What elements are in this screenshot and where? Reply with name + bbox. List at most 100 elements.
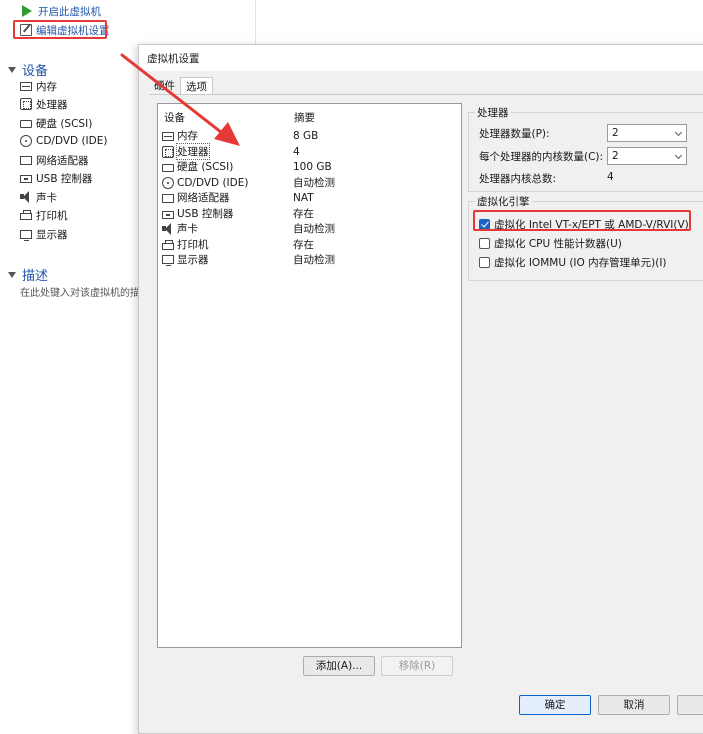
processor-count-label: 处理器数量(P): (479, 128, 550, 140)
device-row-network[interactable]: 网络适配器 NAT (162, 190, 459, 205)
device-summary: 存在 (293, 208, 314, 220)
usb-controller-icon (20, 175, 32, 183)
device-label: 显示器 (36, 228, 68, 241)
column-header-device[interactable]: 设备 (164, 110, 185, 125)
display-icon (20, 229, 32, 241)
device-label: 打印机 (36, 209, 68, 222)
processor-icon (162, 145, 174, 158)
collapse-icon (8, 66, 16, 73)
iommu-checkbox-row[interactable]: 虚拟化 IOMMU (IO 内存管理单元)(I) (479, 255, 667, 270)
tab-hardware[interactable]: 硬件 (149, 77, 180, 95)
bg-device-network[interactable]: 网络适配器 (20, 152, 89, 168)
cd-dvd-icon (162, 176, 174, 189)
bg-device-sound[interactable]: 声卡 (20, 189, 57, 205)
device-label: 处理器 (36, 98, 68, 111)
device-name: 网络适配器 (177, 192, 230, 204)
cpu-counters-checkbox-row[interactable]: 虚拟化 CPU 性能计数器(U) (479, 236, 622, 251)
description-hint[interactable]: 在此处键入对该虚拟机的描 (20, 284, 140, 299)
device-summary: 4 (293, 145, 300, 158)
power-on-label: 开启此虚拟机 (38, 5, 101, 18)
bg-device-processor[interactable]: 处理器 (20, 96, 68, 112)
device-row-printer[interactable]: 打印机 存在 (162, 237, 459, 252)
device-name: 内存 (177, 130, 198, 142)
network-adapter-icon (20, 156, 32, 165)
remove-device-button[interactable]: 移除(R) (381, 656, 453, 676)
chevron-down-icon (674, 151, 683, 160)
add-device-button[interactable]: 添加(A)... (303, 656, 375, 676)
device-row-cd-dvd[interactable]: CD/DVD (IDE) 自动检测 (162, 175, 459, 190)
memory-icon (162, 131, 174, 141)
edit-settings-highlight (13, 20, 107, 39)
devices-header: 设备 (22, 64, 49, 79)
device-label: 硬盘 (SCSI) (36, 117, 93, 130)
tab-bar: 硬件 选项 (149, 77, 213, 95)
bg-device-usb[interactable]: USB 控制器 (20, 170, 92, 186)
display-icon (162, 255, 174, 266)
device-summary: 100 GB (293, 160, 332, 173)
panel-divider (255, 0, 256, 45)
cores-per-processor-select[interactable]: 2 (607, 147, 687, 165)
device-row-display[interactable]: 显示器 自动检测 (162, 252, 459, 267)
device-name: 硬盘 (SCSI) (177, 161, 234, 173)
network-adapter-icon (162, 193, 174, 203)
bg-device-memory[interactable]: 内存 (20, 78, 57, 94)
bg-device-display[interactable]: 显示器 (20, 226, 68, 242)
dialog-titlebar[interactable]: 虚拟机设置 (139, 45, 703, 71)
processor-count-value: 2 (612, 127, 619, 139)
cpu-counters-checkbox[interactable] (479, 238, 490, 249)
devices-section-header[interactable]: 设备 (8, 60, 48, 79)
column-header-summary[interactable]: 摘要 (294, 110, 315, 125)
device-label: 内存 (36, 80, 57, 93)
bg-device-printer[interactable]: 打印机 (20, 207, 68, 223)
chevron-down-icon (674, 128, 683, 137)
vm-settings-dialog: 虚拟机设置 硬件 选项 设备 摘要 内存 8 GB 处理器 4 硬盘 (SCSI… (138, 44, 703, 734)
tab-divider (149, 94, 703, 95)
description-section-header[interactable]: 描述 (8, 265, 48, 284)
cd-dvd-icon (20, 135, 32, 147)
device-label: USB 控制器 (36, 172, 93, 185)
printer-icon (162, 239, 174, 250)
ok-button[interactable]: 确定 (519, 695, 591, 715)
hard-disk-icon (162, 163, 174, 172)
printer-icon (20, 210, 32, 220)
device-summary: 自动检测 (293, 223, 335, 235)
device-name: 处理器 (176, 143, 210, 160)
device-summary: 自动检测 (293, 254, 335, 266)
device-row-memory[interactable]: 内存 8 GB (162, 128, 459, 143)
processor-count-select[interactable]: 2 (607, 124, 687, 142)
help-button[interactable] (677, 695, 703, 715)
memory-icon (20, 82, 32, 91)
usb-controller-icon (162, 210, 174, 219)
cpu-counters-label: 虚拟化 CPU 性能计数器(U) (494, 238, 622, 250)
sound-card-icon (20, 191, 32, 203)
total-cores-label: 处理器内核总数: (479, 173, 557, 185)
hard-disk-icon (20, 120, 32, 128)
cores-per-processor-value: 2 (612, 150, 619, 162)
device-list[interactable]: 设备 摘要 内存 8 GB 处理器 4 硬盘 (SCSI) 100 GB CD/… (157, 103, 462, 648)
processor-group: 处理器 处理器数量(P): 2 每个处理器的内核数量(C): 2 处理器内核总数… (468, 105, 703, 192)
bg-device-cd-dvd[interactable]: CD/DVD (IDE) (20, 133, 107, 149)
iommu-checkbox[interactable] (479, 257, 490, 268)
collapse-icon (8, 271, 16, 278)
device-row-processor[interactable]: 处理器 4 (162, 143, 459, 160)
total-cores-value: 4 (607, 171, 614, 183)
device-name: 声卡 (177, 223, 198, 235)
device-summary: 8 GB (293, 129, 319, 142)
device-row-sound[interactable]: 声卡 自动检测 (162, 221, 459, 236)
sound-card-icon (162, 222, 174, 235)
cancel-button[interactable]: 取消 (598, 695, 670, 715)
virtualization-group-title: 虚拟化引擎 (475, 194, 532, 209)
device-name: USB 控制器 (177, 208, 234, 220)
bg-device-hard-disk[interactable]: 硬盘 (SCSI) (20, 115, 92, 131)
tab-options[interactable]: 选项 (180, 77, 213, 95)
device-row-hard-disk[interactable]: 硬盘 (SCSI) 100 GB (162, 159, 459, 174)
description-header: 描述 (22, 269, 49, 284)
cores-per-processor-label: 每个处理器的内核数量(C): (479, 151, 604, 163)
device-row-usb[interactable]: USB 控制器 存在 (162, 206, 459, 221)
processor-icon (20, 98, 32, 110)
dialog-title: 虚拟机设置 (147, 53, 200, 65)
device-summary: 自动检测 (293, 177, 335, 189)
power-on-command[interactable]: 开启此虚拟机 (20, 3, 101, 19)
vt-x-highlight (473, 210, 691, 231)
device-name: 显示器 (177, 254, 209, 266)
